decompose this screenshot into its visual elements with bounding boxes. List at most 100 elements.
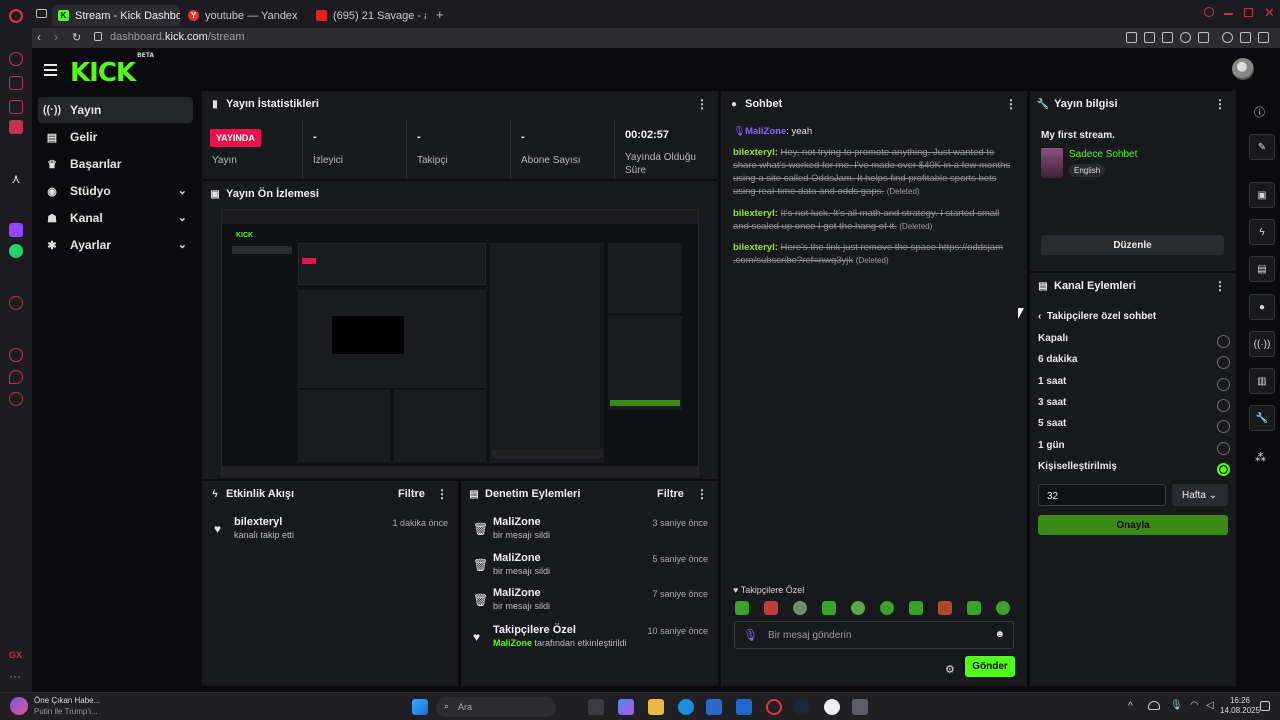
settings-icon[interactable] [9,392,23,406]
outlook-icon[interactable] [736,699,752,715]
sidebar-item-studyo[interactable]: ◉ Stüdyo ⌄ [38,178,193,204]
wifi-icon[interactable]: ◠ [1190,700,1199,711]
moderation-filter-button[interactable]: Filtre [657,488,684,500]
profile-icon[interactable] [1222,32,1233,43]
kick-logo[interactable]: KICKBETA [70,52,154,88]
confirm-button[interactable]: Onayla [1038,515,1228,535]
aria-icon[interactable] [9,52,23,66]
player-circle-icon[interactable] [9,296,23,310]
kick-app-icon[interactable]: ⋏ [9,172,23,186]
radio-button[interactable] [1217,442,1230,455]
emote-icon[interactable] [880,601,894,615]
tab-islands-icon[interactable] [36,9,47,18]
radio-option-3-saat[interactable]: 3 saat [1038,397,1230,417]
radio-button[interactable] [1217,399,1230,412]
microphone-tray-icon[interactable]: 🎙 [1170,700,1183,711]
layout-icon[interactable]: ▥ [1249,368,1275,394]
emote-icon[interactable] [909,601,923,615]
wrench-icon[interactable]: 🔧 [1249,405,1275,431]
tabs-icon[interactable] [9,370,23,384]
radio-option-6-dakika[interactable]: 6 dakika [1038,354,1230,374]
chat-input[interactable]: 🎙 Bir mesaj gönderin ☻ [734,621,1014,649]
opera-logo-icon[interactable] [9,9,23,23]
share-icon[interactable] [1258,32,1269,43]
close-window-icon[interactable]: ✕ [1264,5,1275,21]
forward-icon[interactable]: › [54,30,58,44]
taskbar-search-input[interactable]: ⌕ Ara [436,697,556,717]
tab-kick-dashboard[interactable]: K Stream - Kick Dashboard [52,5,180,26]
download-icon[interactable] [1240,32,1251,43]
kebab-menu-icon[interactable]: ⋮ [1214,97,1226,111]
radio-option-1-gun[interactable]: 1 gün [1038,440,1230,460]
mail-icon[interactable] [9,100,23,114]
broadcast-icon[interactable]: ((·)) [1249,331,1275,357]
news-title[interactable]: Öne Çıkan Habe... [34,696,100,705]
custom-duration-input[interactable]: 32 [1038,484,1166,506]
emote-icon[interactable] [822,601,836,615]
kebab-menu-icon[interactable]: ⋮ [436,487,448,501]
emote-icon[interactable] [996,601,1010,615]
edge-icon[interactable] [678,699,694,715]
copilot-icon[interactable] [618,699,634,715]
cloud-icon[interactable] [1148,701,1160,710]
edit-icon[interactable]: ✎ [1249,134,1275,160]
store-icon[interactable] [706,699,722,715]
emote-icon[interactable] [764,601,778,615]
new-tab-icon[interactable]: + [436,7,444,22]
back-icon[interactable]: ‹ [37,30,41,44]
send-button[interactable]: Gönder [965,656,1015,677]
reload-icon[interactable]: ↻ [72,31,81,44]
radio-option-5-saat[interactable]: 5 saat [1038,418,1230,438]
info-icon[interactable]: ⓘ [1254,104,1265,120]
calculator-icon[interactable] [852,699,868,715]
emote-icon[interactable] [793,601,807,615]
activity-filter-button[interactable]: Filtre [398,488,425,500]
radio-button[interactable] [1217,356,1230,369]
clock[interactable]: 16:26 14.08.2025 [1220,696,1260,716]
lightning-icon[interactable]: ϟ [1249,219,1275,245]
gx-icon[interactable]: GX [9,650,23,664]
task-view-icon[interactable] [588,699,604,715]
bookmark-icon[interactable] [1126,32,1137,43]
file-explorer-icon[interactable] [648,699,664,715]
radio-button[interactable] [1217,335,1230,348]
news-widget-icon[interactable] [10,697,28,715]
search-tabs-icon[interactable] [1204,7,1214,17]
play-icon[interactable] [1180,32,1191,43]
emote-icon[interactable] [851,601,865,615]
opera-gx-icon[interactable] [766,699,782,715]
more-icon[interactable]: ··· [9,670,23,686]
kebab-menu-icon[interactable]: ⋮ [1214,279,1226,293]
kebab-menu-icon[interactable]: ⋮ [1005,97,1017,111]
sidebar-item-yayin[interactable]: ((·)) Yayın [38,97,193,123]
minimize-icon[interactable] [1224,13,1233,15]
sidebar-item-basarilar[interactable]: ♛ Başarılar [38,151,193,177]
radio-button-selected[interactable] [1217,463,1230,476]
edit-button[interactable]: Düzenle [1041,235,1224,255]
whatsapp-icon[interactable] [9,244,23,258]
history-icon[interactable] [9,348,23,362]
url-field[interactable]: dashboard.kick.com/stream [110,31,245,43]
radio-button[interactable] [1217,420,1230,433]
stream-preview-video[interactable]: KICK [221,209,699,477]
volume-icon[interactable]: ◁ [1206,700,1214,711]
sidebar-item-ayarlar[interactable]: ✱ Ayarlar ⌄ [38,232,193,258]
screenshot-icon[interactable]: ▣ [1249,182,1275,208]
tab-youtube[interactable]: (695) 21 Savage - a lot (C [310,5,426,26]
chat-icon[interactable]: ● [1249,294,1275,320]
emote-icon[interactable] [938,601,952,615]
back-to-actions-button[interactable]: ‹ Takipçilere özel sohbet [1038,311,1156,322]
radio-option-custom[interactable]: Kişiselleştirilmiş [1038,461,1230,481]
radio-option-1-saat[interactable]: 1 saat [1038,376,1230,396]
list-icon[interactable]: ▤ [1249,256,1275,282]
hamburger-menu-icon[interactable] [44,64,57,79]
kebab-menu-icon[interactable]: ⋮ [696,97,708,111]
tray-chevron-up-icon[interactable]: ^ [1128,701,1133,712]
add-widget-icon[interactable]: ⁂ [1255,451,1266,464]
windows-start-icon[interactable] [412,699,428,715]
emote-icon[interactable] [735,601,749,615]
radio-option-kapali[interactable]: Kapalı [1038,333,1230,353]
sidebar-item-gelir[interactable]: ▤ Gelir [38,124,193,150]
duration-unit-select[interactable]: Hafta ⌄ [1172,484,1228,506]
chat-settings-gear-icon[interactable]: ⚙ [945,663,955,676]
